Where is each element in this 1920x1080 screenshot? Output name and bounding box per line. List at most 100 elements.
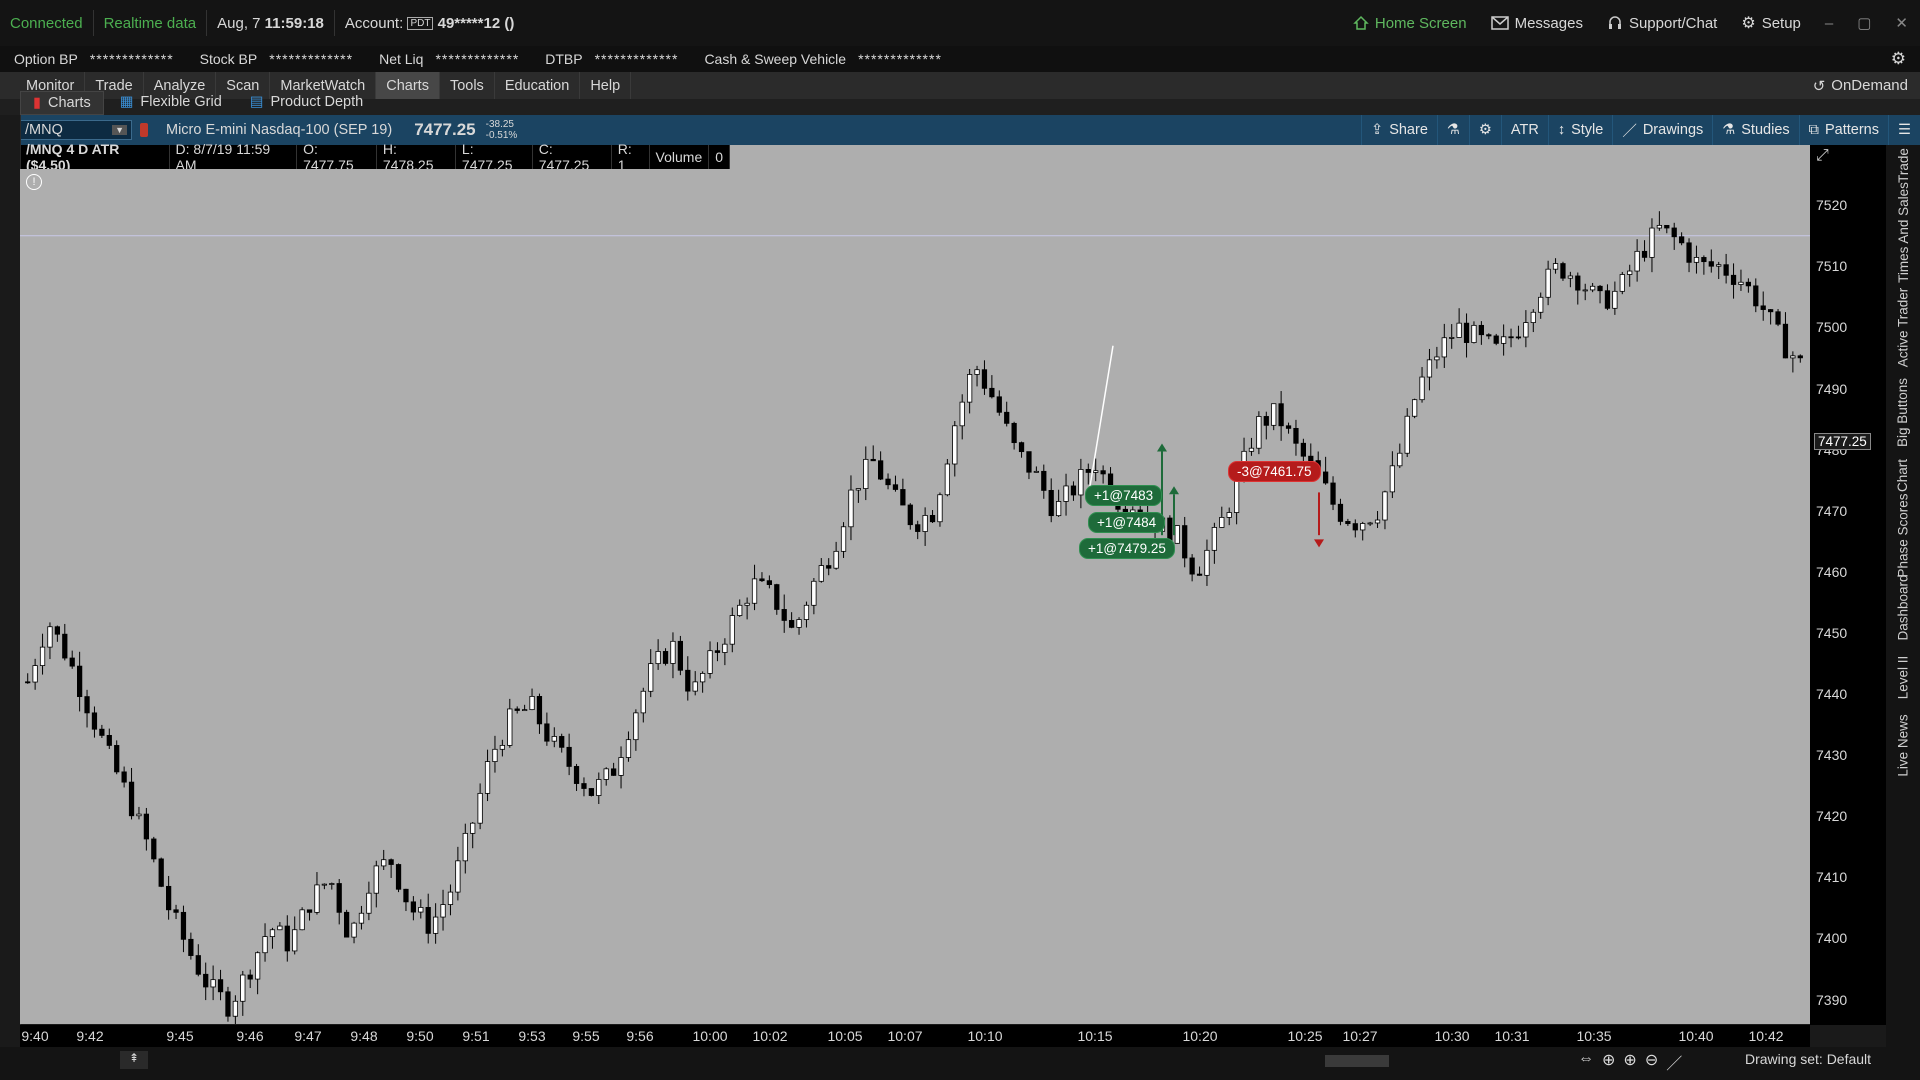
info-circle-icon[interactable]: ! [26,174,42,190]
candle [1085,463,1091,485]
candle [566,733,572,776]
candle [39,633,46,675]
sidebar-tab-live-news[interactable]: Live News [1886,710,1920,780]
account-selector[interactable]: Account: PDT 49*****12 () [335,0,524,46]
candle [959,394,965,440]
candle-body [848,489,854,528]
candle-body [811,580,817,606]
sidebar-tab-active-trader[interactable]: Active Trader [1886,280,1920,375]
candlestick-chart[interactable] [20,169,1810,1024]
candle [1404,408,1410,458]
price-axis[interactable]: ⤢ 75207510750074907480747074607450744074… [1810,145,1886,1025]
candle [1063,473,1069,516]
flask-button[interactable]: ⚗ [1436,115,1469,145]
settings-gear-icon[interactable]: ⚙ [1891,49,1906,69]
candle-body [151,838,157,860]
buy-fill-label[interactable]: +1@7479.25 [1079,538,1175,559]
sidebar-tab-trade[interactable]: Trade [1886,145,1920,185]
style-button[interactable]: ↕ Style [1547,115,1613,145]
time-tick-label: 9:40 [21,1028,49,1044]
candle-body [826,565,832,569]
price-change: -38.25 -0.51% [486,119,518,141]
chart-settings-button[interactable]: ⚙ [1468,115,1501,145]
subtab-product-depth[interactable]: ▤ Product Depth [238,91,375,113]
sidebar-tab-times-and-sales[interactable]: Times And Sales [1886,182,1920,283]
sell-fill-label[interactable]: -3@7461.75 [1228,461,1321,483]
candle-body [292,929,298,952]
drawing-tool-icon[interactable]: ／ [1666,1050,1682,1074]
time-axis[interactable]: 9:40 9:42 9:45 9:46 9:47 9:48 9:50 9:51 9:53 9:55… [20,1025,1810,1047]
sidebar-tab-phase-scores[interactable]: Phase Scores [1886,493,1920,577]
expand-axis-icon[interactable]: ⤢ [1816,147,1829,165]
candle-body [907,504,913,526]
subtab-flexible-grid[interactable]: ▦ Flexible Grid [108,91,234,113]
candle-body [1590,285,1596,291]
candle-body [1782,323,1789,359]
candle-body [455,860,461,893]
connection-status: Connected [10,14,83,32]
close-button[interactable]: ✕ [1883,0,1920,46]
buy-fill-label[interactable]: +1@7483 [1085,485,1163,507]
pan-icon[interactable]: ⇔ [1578,1050,1594,1074]
sidebar-tab-level-ii[interactable]: Level II [1886,645,1920,710]
realtime-status[interactable]: Realtime data [94,0,207,46]
zoom-out-icon[interactable]: ⊖ [1645,1050,1658,1074]
net-liq-label[interactable]: Net Liq [379,51,423,67]
candle-body [922,515,928,532]
atr-button[interactable]: ATR [1500,115,1548,145]
cash-sweep-value: ************* [858,51,942,67]
drawing-set-label[interactable]: Drawing set: Default [1745,1051,1871,1067]
home-screen-button[interactable]: Home Screen [1341,0,1479,46]
candle [952,421,958,477]
messages-button[interactable]: Messages [1479,0,1595,46]
price-chart[interactable]: ! +1@7483 +1@7484 +1@7479.25 -3@7461.75 [20,169,1810,1024]
left-collapse-strip[interactable] [0,115,21,1047]
candle [700,671,706,693]
candle-body [655,651,661,665]
pencil-icon: ／ [1622,123,1637,140]
zoom-in-icon[interactable]: ⊕ [1623,1050,1636,1074]
sidebar-tab-dashboard[interactable]: Dashboard [1886,570,1920,645]
price-tick-label: 7520 [1816,197,1848,214]
candle-body [1352,523,1358,531]
candle-body [217,979,224,993]
candle [1723,253,1729,284]
maximize-button[interactable]: ▢ [1845,0,1883,46]
support-chat-button[interactable]: Support/Chat [1595,0,1729,46]
price-tick-label: 7430 [1816,747,1848,764]
candle-body [1412,399,1418,417]
patterns-button[interactable]: ⧉ Patterns [1798,115,1888,145]
studies-label: Studies [1741,122,1790,138]
candle [789,612,795,629]
candle-body [232,1000,238,1017]
sidebar-tab-big-buttons[interactable]: Big Buttons [1886,375,1920,450]
studies-button[interactable]: ⚗ Studies [1712,115,1798,145]
candle [1619,271,1625,295]
trend-line[interactable] [1089,345,1114,487]
time-tick-label: 10:30 [1434,1028,1470,1044]
dropdown-icon[interactable]: ▼ [112,125,127,135]
crosshair-icon[interactable]: ⊕ [1602,1050,1615,1074]
menu-list-icon[interactable]: ☰ [1888,115,1920,145]
candle [54,625,61,642]
candle [996,390,1002,416]
collapse-panel-button[interactable]: ⇞ [120,1051,148,1069]
option-bp-label[interactable]: Option BP [14,51,78,67]
symbol-input[interactable]: /MNQ ▼ [20,120,132,140]
candle-body [915,524,921,532]
drawings-button[interactable]: ／ Drawings [1612,115,1712,145]
change-percent: -0.51% [485,130,518,141]
candle [677,635,684,676]
candle-body [351,922,357,938]
candle [1478,321,1485,345]
candle-body [774,584,780,610]
subtab-charts[interactable]: ▮ Charts [20,91,104,115]
horizontal-scrollbar[interactable] [1325,1055,1389,1067]
candle [1330,476,1336,511]
alert-icon[interactable] [140,123,148,137]
minimize-button[interactable]: – [1813,0,1845,46]
share-button[interactable]: ⇪ Share [1361,115,1437,145]
buy-fill-label[interactable]: +1@7484 [1088,511,1166,533]
sidebar-tab-label: Trade [1895,147,1911,183]
setup-button[interactable]: ⚙ Setup [1729,0,1813,46]
